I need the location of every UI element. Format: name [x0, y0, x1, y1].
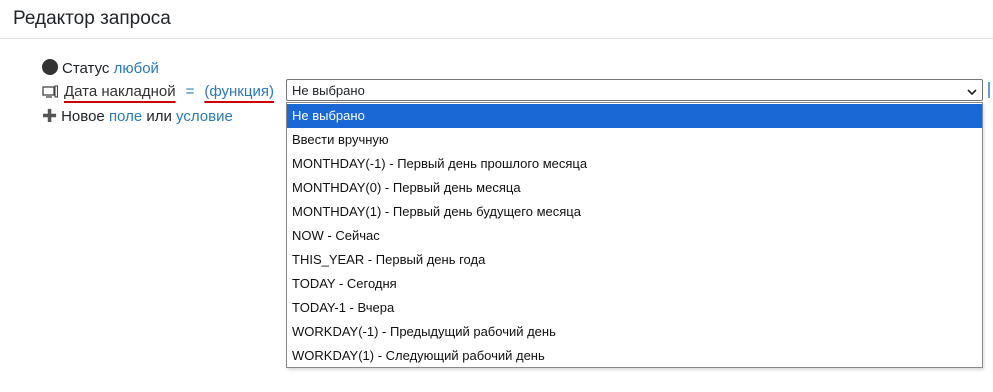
- page-header: Редактор запроса: [0, 0, 993, 39]
- select-dropdown-list[interactable]: Не выбрано Ввести вручную MONTHDAY(-1) -…: [286, 102, 983, 368]
- add-field-link[interactable]: поле: [109, 108, 142, 125]
- status-row: Статус любой: [42, 59, 159, 78]
- circle-icon: [42, 59, 58, 75]
- add-prefix-text: Новое: [61, 108, 105, 125]
- value-mode-link[interactable]: (функция): [204, 83, 274, 100]
- dropdown-option[interactable]: THIS_YEAR - Первый день года: [287, 248, 982, 272]
- select-value: Не выбрано: [292, 83, 365, 98]
- dropdown-option[interactable]: WORKDAY(1) - Следующий рабочий день: [287, 344, 982, 368]
- add-condition-link[interactable]: условие: [176, 108, 233, 125]
- add-or-text: или: [146, 108, 172, 125]
- field-monitor-icon[interactable]: [42, 85, 59, 104]
- dropdown-option[interactable]: MONTHDAY(0) - Первый день месяца: [287, 176, 982, 200]
- condition-row: Дата накладной = (функция): [42, 83, 274, 104]
- dropdown-option[interactable]: Ввести вручную: [287, 128, 982, 152]
- dropdown-option[interactable]: NOW - Сейчас: [287, 224, 982, 248]
- plus-icon: ✚: [42, 106, 58, 126]
- add-row: ✚ Новое поле или условие: [42, 107, 233, 126]
- field-name-link[interactable]: Дата накладной: [64, 83, 176, 100]
- dropdown-option[interactable]: MONTHDAY(1) - Первый день будущего месяц…: [287, 200, 982, 224]
- status-value-link[interactable]: любой: [114, 60, 159, 77]
- dropdown-option[interactable]: WORKDAY(-1) - Предыдущий рабочий день: [287, 320, 982, 344]
- operator-link[interactable]: =: [186, 83, 195, 100]
- chevron-down-icon[interactable]: [967, 85, 977, 96]
- dropdown-option[interactable]: TODAY-1 - Вчера: [287, 296, 982, 320]
- cut-off-control[interactable]: [988, 82, 990, 98]
- dropdown-option[interactable]: Не выбрано: [287, 104, 982, 128]
- page-title: Редактор запроса: [13, 8, 171, 29]
- dropdown-option[interactable]: MONTHDAY(-1) - Первый день прошлого меся…: [287, 152, 982, 176]
- dropdown-option[interactable]: TODAY - Сегодня: [287, 272, 982, 296]
- status-label: Статус: [62, 60, 110, 77]
- function-select[interactable]: Не выбрано: [286, 79, 983, 101]
